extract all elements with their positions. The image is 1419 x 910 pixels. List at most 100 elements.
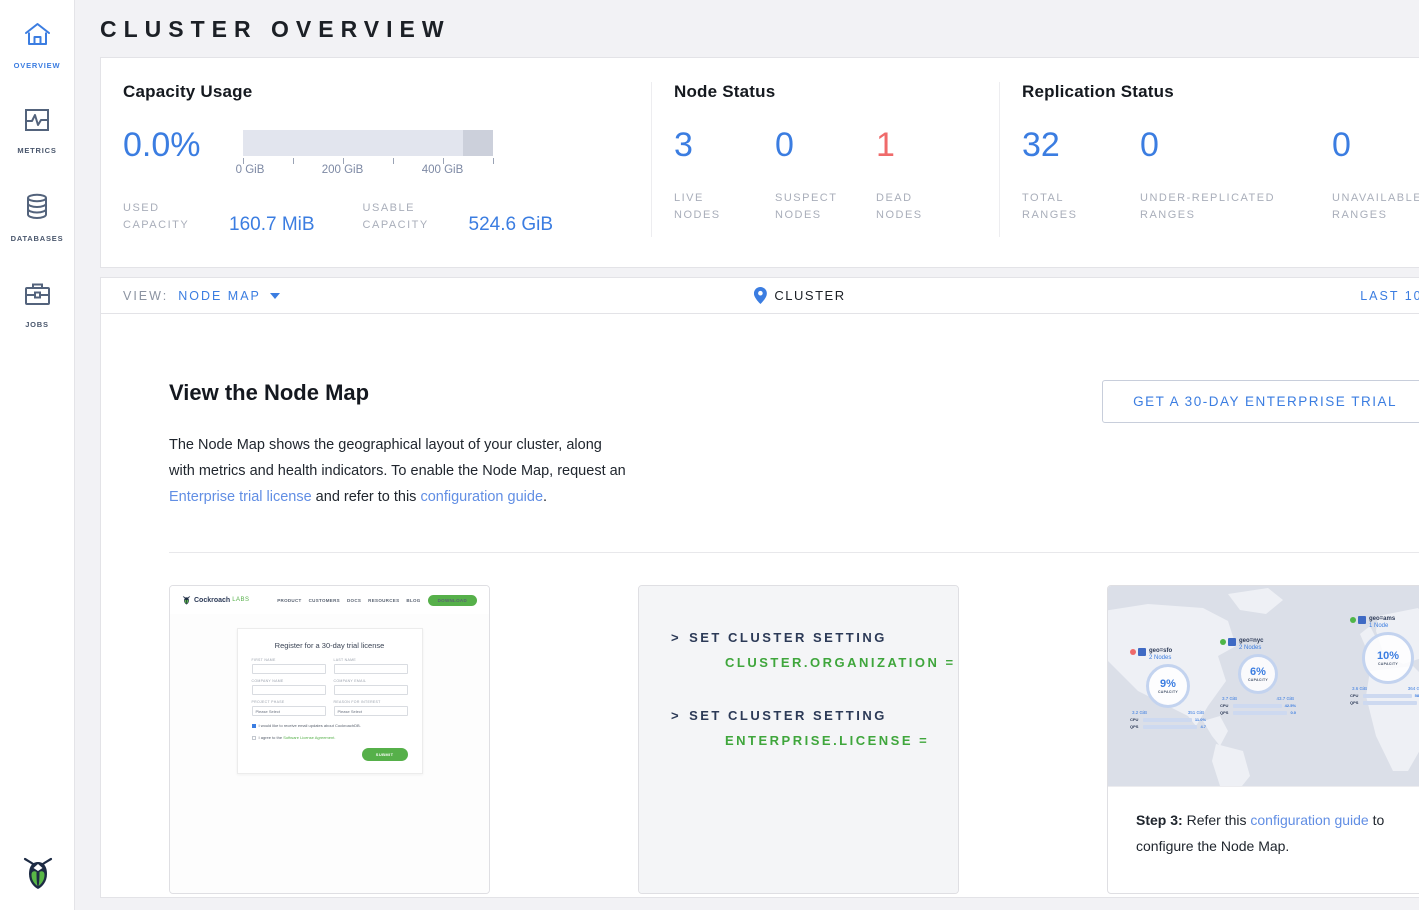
- sidebar-item-label: JOBS: [25, 320, 49, 329]
- reason-select: Please Select: [334, 706, 408, 716]
- step3-text: Refer this: [1183, 812, 1251, 828]
- company-email-field: [334, 685, 408, 695]
- node-status-title: Node Status: [674, 82, 977, 102]
- first-name-field: [252, 664, 326, 674]
- qps-value: 0.0: [1290, 710, 1296, 715]
- sidebar-item-label: OVERVIEW: [14, 61, 61, 70]
- capacity-percent: 6%: [1250, 667, 1266, 678]
- license-agree-label: I agree to the: [259, 735, 284, 740]
- capacity-percent-value: 0.0%: [123, 128, 201, 162]
- company-name-label: COMPANY NAME: [252, 679, 326, 683]
- usable-capacity-value: 524.6 GiB: [469, 214, 554, 236]
- sidebar-item-label: DATABASES: [11, 234, 64, 243]
- project-phase-select: Please Select: [252, 706, 326, 716]
- qps-label: QPS: [1130, 724, 1140, 729]
- capacity-percent: 10%: [1377, 651, 1399, 662]
- cpu-label: CPU: [1350, 693, 1360, 698]
- view-mode-dropdown[interactable]: NODE MAP: [178, 289, 280, 303]
- suspect-nodes-value: 0: [775, 128, 862, 162]
- briefcase-icon: [24, 281, 51, 311]
- step3-node-map-preview: geo=sfo 2 Nodes 9% CAPACITY 3.2 GiB 351 …: [1108, 586, 1419, 786]
- locality-node-count: 2 Nodes: [1239, 645, 1264, 652]
- locality-bubble-ams: geo=ams 1 Node 10% CAPACITY 3.6 GiB 364 …: [1350, 616, 1419, 705]
- step1-card: Cockroach LABS PRODUCT CUSTOMERS DOCS RE…: [169, 585, 490, 894]
- capacity-used: 3.2 GiB: [1132, 710, 1147, 715]
- step3-label: Step 3:: [1136, 812, 1183, 828]
- dead-nodes-stat: 1 DEAD NODES: [876, 128, 963, 224]
- node-cube-icon: [1358, 616, 1366, 624]
- sidebar-item-jobs[interactable]: JOBS: [0, 275, 75, 335]
- replication-status-title: Replication Status: [1022, 82, 1419, 102]
- cpu-value: 11.0%: [1195, 717, 1206, 722]
- trial-register-form: Register for a 30-day trial license FIRS…: [237, 628, 423, 774]
- sql-argument: CLUSTER.ORGANIZATION =: [725, 655, 958, 670]
- cpu-value: 42.5%: [1285, 703, 1296, 708]
- metrics-icon: [24, 108, 50, 137]
- node-map-panel: View the Node Map The Node Map shows the…: [100, 314, 1419, 898]
- database-icon: [25, 193, 49, 225]
- reason-label: REASON FOR INTEREST: [334, 700, 408, 704]
- node-cube-icon: [1138, 648, 1146, 656]
- configuration-guide-link-2[interactable]: configuration guide: [1250, 812, 1368, 828]
- step2-card: > SET CLUSTER SETTING CLUSTER.ORGANIZATIO…: [638, 585, 959, 894]
- sidebar-item-metrics[interactable]: METRICS: [0, 102, 75, 161]
- enterprise-trial-button[interactable]: GET A 30-DAY ENTERPRISE TRIAL: [1102, 380, 1419, 423]
- capacity-tick-label: 0 GiB: [236, 164, 265, 176]
- used-capacity-label: USED CAPACITY: [123, 200, 215, 234]
- unavailable-ranges-stat: 0 UNAVAILABLE RANGES: [1332, 128, 1419, 224]
- sidebar-item-overview[interactable]: OVERVIEW: [0, 16, 75, 76]
- under-replicated-ranges-label: UNDER-REPLICATED RANGES: [1140, 190, 1310, 224]
- sql-prompt: >: [671, 630, 681, 645]
- license-agree-checkbox: [252, 736, 256, 740]
- sql-command: SET CLUSTER SETTING: [689, 708, 887, 723]
- sidebar-item-databases[interactable]: DATABASES: [0, 187, 75, 249]
- step2-sql-snippet: > SET CLUSTER SETTING CLUSTER.ORGANIZATIO…: [639, 586, 958, 893]
- license-agreement-link: Software License Agreement.: [283, 735, 335, 740]
- live-nodes-label: LIVE NODES: [674, 190, 744, 224]
- sidebar-item-label: METRICS: [17, 146, 56, 155]
- cluster-label: CLUSTER: [774, 288, 845, 303]
- capacity-bar: 0 GiB 200 GiB 400 GiB: [243, 128, 493, 178]
- capacity-total: 351 GiB: [1188, 710, 1204, 715]
- usable-capacity-label: USABLE CAPACITY: [363, 200, 455, 234]
- cockroachdb-logo: [0, 852, 75, 892]
- locality-node-count: 1 Node: [1369, 623, 1395, 630]
- node-map-description: The Node Map shows the geographical layo…: [169, 432, 629, 510]
- under-replicated-ranges-value: 0: [1140, 128, 1318, 162]
- unavailable-ranges-label: UNAVAILABLE RANGES: [1332, 190, 1419, 224]
- qps-label: QPS: [1350, 700, 1360, 705]
- configuration-guide-link[interactable]: configuration guide: [420, 489, 543, 505]
- cluster-summary-card: Capacity Usage 0.0% 0 GiB 200 GiB 400 Gi…: [100, 57, 1419, 268]
- chevron-down-icon: [270, 293, 280, 299]
- capacity-used: 3.7 GiB: [1222, 696, 1237, 701]
- locality-node-count: 2 Nodes: [1149, 655, 1172, 662]
- time-range-dropdown[interactable]: LAST 10 MIN: [1360, 289, 1419, 303]
- cpu-label: CPU: [1220, 703, 1230, 708]
- download-button: DOWNLOAD: [428, 595, 477, 606]
- capacity-label: CAPACITY: [1158, 690, 1178, 694]
- description-text: .: [543, 489, 547, 505]
- capacity-label: CAPACITY: [1378, 662, 1398, 666]
- last-name-field: [334, 664, 408, 674]
- cpu-label: CPU: [1130, 717, 1140, 722]
- capacity-total: 364 GiB: [1408, 686, 1419, 691]
- node-status-dot-red: [1130, 649, 1136, 655]
- unavailable-ranges-value: 0: [1332, 128, 1419, 162]
- node-map-heading: View the Node Map: [169, 380, 629, 406]
- view-mode-value: NODE MAP: [178, 289, 261, 303]
- locality-name: geo=sfo: [1149, 648, 1172, 655]
- home-icon: [24, 22, 51, 52]
- locality-name: geo=nyc: [1239, 638, 1264, 645]
- nav-docs: DOCS: [347, 598, 361, 603]
- locality-bubble-sfo: geo=sfo 2 Nodes 9% CAPACITY 3.2 GiB 351 …: [1130, 648, 1206, 729]
- capacity-tick-label: 200 GiB: [322, 164, 364, 176]
- step2-caption: Step 2: Activate the trial license with …: [639, 893, 958, 894]
- used-capacity-value: 160.7 MiB: [229, 214, 315, 236]
- company-name-field: [252, 685, 326, 695]
- step1-caption: Step 1: Get a trial license delivered st…: [170, 893, 489, 894]
- project-phase-label: PROJECT PHASE: [252, 700, 326, 704]
- enterprise-trial-license-link[interactable]: Enterprise trial license: [169, 489, 312, 505]
- last-name-label: LAST NAME: [334, 658, 408, 662]
- mini-site-nav: PRODUCT CUSTOMERS DOCS RESOURCES BLOG DO…: [270, 595, 477, 606]
- total-ranges-stat: 32 TOTAL RANGES: [1022, 128, 1126, 224]
